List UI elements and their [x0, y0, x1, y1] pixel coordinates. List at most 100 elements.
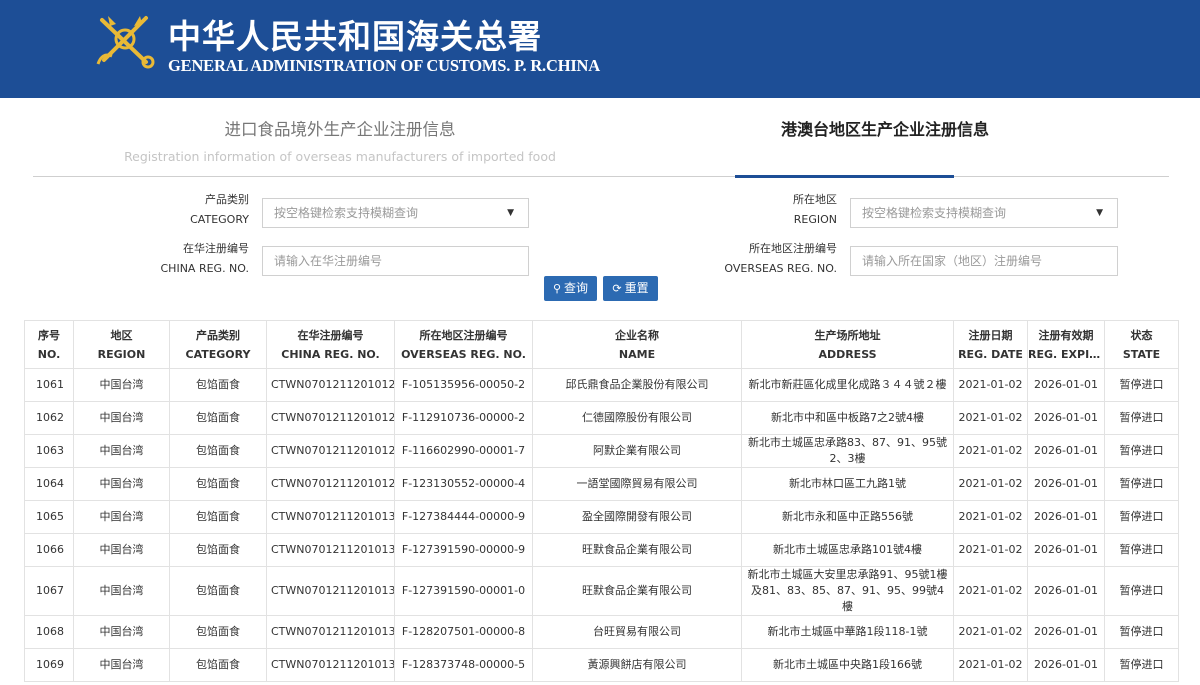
table-row[interactable]: 1069 中国台湾 包馅面食 CTWN07012112010134 F-1283…	[24, 648, 1179, 682]
col-header-no[interactable]: 序号 NO.	[24, 320, 74, 369]
region-select[interactable]: 按空格键检索支持模糊查询 ▼	[850, 198, 1118, 228]
cell-overseas-reg: F-105135956-00050-2	[394, 368, 533, 402]
cell-address: 新北市林口區工九路1號	[741, 467, 954, 501]
refresh-icon: ⟳	[612, 282, 622, 295]
table-row[interactable]: 1068 中国台湾 包馅面食 CTWN07012112010133 F-1282…	[24, 615, 1179, 649]
cell-no: 1064	[24, 467, 74, 501]
cell-reg-date: 2021-01-02	[953, 434, 1028, 468]
cell-reg-date: 2021-01-02	[953, 500, 1028, 534]
col-header-address[interactable]: 生产场所地址 ADDRESS	[741, 320, 954, 369]
cell-china-reg: CTWN07012112010134	[266, 648, 395, 682]
col-header-overseas-reg[interactable]: 所在地区注册编号 OVERSEAS REG. NO.	[394, 320, 533, 369]
cell-expiry: 2026-01-01	[1027, 434, 1105, 468]
tab-divider	[33, 176, 1169, 177]
cell-no: 1068	[24, 615, 74, 649]
cell-state: 暂停进口	[1104, 368, 1179, 402]
chevron-down-icon: ▼	[1096, 208, 1103, 218]
cell-region: 中国台湾	[73, 648, 170, 682]
tab-hk-macao-taiwan[interactable]: 港澳台地区生产企业注册信息	[740, 116, 1030, 140]
cell-expiry: 2026-01-01	[1027, 467, 1105, 501]
cell-address: 新北市永和區中正路556號	[741, 500, 954, 534]
cell-overseas-reg: F-112910736-00000-2	[394, 401, 533, 435]
cell-state: 暂停进口	[1104, 500, 1179, 534]
site-title-cn: 中华人民共和国海关总署	[168, 17, 542, 56]
search-button[interactable]: ⚲ 查询	[544, 276, 597, 301]
cell-state: 暂停进口	[1104, 467, 1179, 501]
cell-category: 包馅面食	[169, 467, 267, 501]
cell-state: 暂停进口	[1104, 434, 1179, 468]
cell-region: 中国台湾	[73, 467, 170, 501]
cell-expiry: 2026-01-01	[1027, 615, 1105, 649]
cell-address: 新北市土城區大安里忠承路91、95號1樓及81、83、85、87、91、95、9…	[741, 566, 954, 616]
table-row[interactable]: 1066 中国台湾 包馅面食 CTWN07012112010131 F-1273…	[24, 533, 1179, 567]
overseas-reg-input[interactable]: 请输入所在国家（地区）注册编号	[850, 246, 1118, 276]
cell-address: 新北市土城區中央路1段166號	[741, 648, 954, 682]
table-row[interactable]: 1064 中国台湾 包馅面食 CTWN07012112010129 F-1231…	[24, 467, 1179, 501]
cell-category: 包馅面食	[169, 615, 267, 649]
cell-region: 中国台湾	[73, 533, 170, 567]
cell-china-reg: CTWN07012112010129	[266, 467, 395, 501]
site-header: 中华人民共和国海关总署 GENERAL ADMINISTRATION OF CU…	[0, 0, 1200, 98]
reset-button[interactable]: ⟳ 重置	[603, 276, 658, 301]
overseas-reg-label: 所在地区注册编号 OVERSEAS REG. NO.	[724, 242, 837, 275]
china-reg-input[interactable]: 请输入在华注册编号	[262, 246, 529, 276]
cell-expiry: 2026-01-01	[1027, 401, 1105, 435]
cell-expiry: 2026-01-01	[1027, 566, 1105, 616]
cell-expiry: 2026-01-01	[1027, 500, 1105, 534]
table-header-row: 序号 NO. 地区 REGION 产品类别 CATEGORY 在华注册编号 CHINA …	[24, 320, 1179, 369]
cell-overseas-reg: F-123130552-00000-4	[394, 467, 533, 501]
chevron-down-icon: ▼	[507, 208, 514, 218]
cell-category: 包馅面食	[169, 368, 267, 402]
col-header-expiry[interactable]: 注册有效期 REG. EXPIR...	[1027, 320, 1105, 369]
cell-overseas-reg: F-127391590-00000-9	[394, 533, 533, 567]
cell-china-reg: CTWN07012112010130	[266, 500, 395, 534]
registration-table: 序号 NO. 地区 REGION 产品类别 CATEGORY 在华注册编号 CHINA …	[24, 320, 1179, 682]
cell-name: 阿默企業有限公司	[532, 434, 742, 468]
cell-state: 暂停进口	[1104, 648, 1179, 682]
cell-expiry: 2026-01-01	[1027, 533, 1105, 567]
search-icon: ⚲	[552, 282, 562, 295]
cell-overseas-reg: F-116602990-00001-7	[394, 434, 533, 468]
cell-china-reg: CTWN07012112010131	[266, 533, 395, 567]
cell-reg-date: 2021-01-02	[953, 401, 1028, 435]
table-row[interactable]: 1067 中国台湾 包馅面食 CTWN07012112010132 F-1273…	[24, 566, 1179, 616]
cell-expiry: 2026-01-01	[1027, 648, 1105, 682]
cell-region: 中国台湾	[73, 401, 170, 435]
table-row[interactable]: 1062 中国台湾 包馅面食 CTWN07012112010127 F-1129…	[24, 401, 1179, 435]
cell-region: 中国台湾	[73, 566, 170, 616]
cell-china-reg: CTWN07012112010133	[266, 615, 395, 649]
cell-category: 包馅面食	[169, 401, 267, 435]
cell-category: 包馅面食	[169, 648, 267, 682]
cell-reg-date: 2021-01-02	[953, 648, 1028, 682]
tab-hmt-title: 港澳台地区生产企业注册信息	[780, 120, 989, 139]
table-row[interactable]: 1061 中国台湾 包馅面食 CTWN07012112010126 F-1051…	[24, 368, 1179, 402]
cell-no: 1067	[24, 566, 74, 616]
cell-state: 暂停进口	[1104, 615, 1179, 649]
tab-overseas-manufacturers[interactable]: 进口食品境外生产企业注册信息 Registration information …	[80, 116, 600, 164]
cell-reg-date: 2021-01-02	[953, 615, 1028, 649]
cell-region: 中国台湾	[73, 434, 170, 468]
cell-overseas-reg: F-128207501-00000-8	[394, 615, 533, 649]
col-header-china-reg[interactable]: 在华注册编号 CHINA REG. NO.	[266, 320, 395, 369]
category-select[interactable]: 按空格键检索支持模糊查询 ▼	[262, 198, 529, 228]
col-header-category[interactable]: 产品类别 CATEGORY	[169, 320, 267, 369]
col-header-reg-date[interactable]: 注册日期 REG. DATE	[953, 320, 1028, 369]
cell-name: 台旺貿易有限公司	[532, 615, 742, 649]
cell-address: 新北市土城區忠承路101號4樓	[741, 533, 954, 567]
col-header-state[interactable]: 状态 STATE	[1104, 320, 1179, 369]
cell-reg-date: 2021-01-02	[953, 467, 1028, 501]
table-row[interactable]: 1065 中国台湾 包馅面食 CTWN07012112010130 F-1273…	[24, 500, 1179, 534]
cell-name: 旺默食品企業有限公司	[532, 533, 742, 567]
cell-overseas-reg: F-127384444-00000-9	[394, 500, 533, 534]
cell-china-reg: CTWN07012112010132	[266, 566, 395, 616]
cell-region: 中国台湾	[73, 615, 170, 649]
cell-region: 中国台湾	[73, 368, 170, 402]
customs-emblem-icon	[96, 16, 155, 69]
cell-address: 新北市新莊區化成里化成路３４４號２樓	[741, 368, 954, 402]
cell-china-reg: CTWN07012112010128	[266, 434, 395, 468]
tab-overseas-subtitle: Registration information of overseas man…	[124, 149, 556, 164]
col-header-name[interactable]: 企业名称 NAME	[532, 320, 742, 369]
col-header-region[interactable]: 地区 REGION	[73, 320, 170, 369]
table-row[interactable]: 1063 中国台湾 包馅面食 CTWN07012112010128 F-1166…	[24, 434, 1179, 468]
cell-no: 1061	[24, 368, 74, 402]
